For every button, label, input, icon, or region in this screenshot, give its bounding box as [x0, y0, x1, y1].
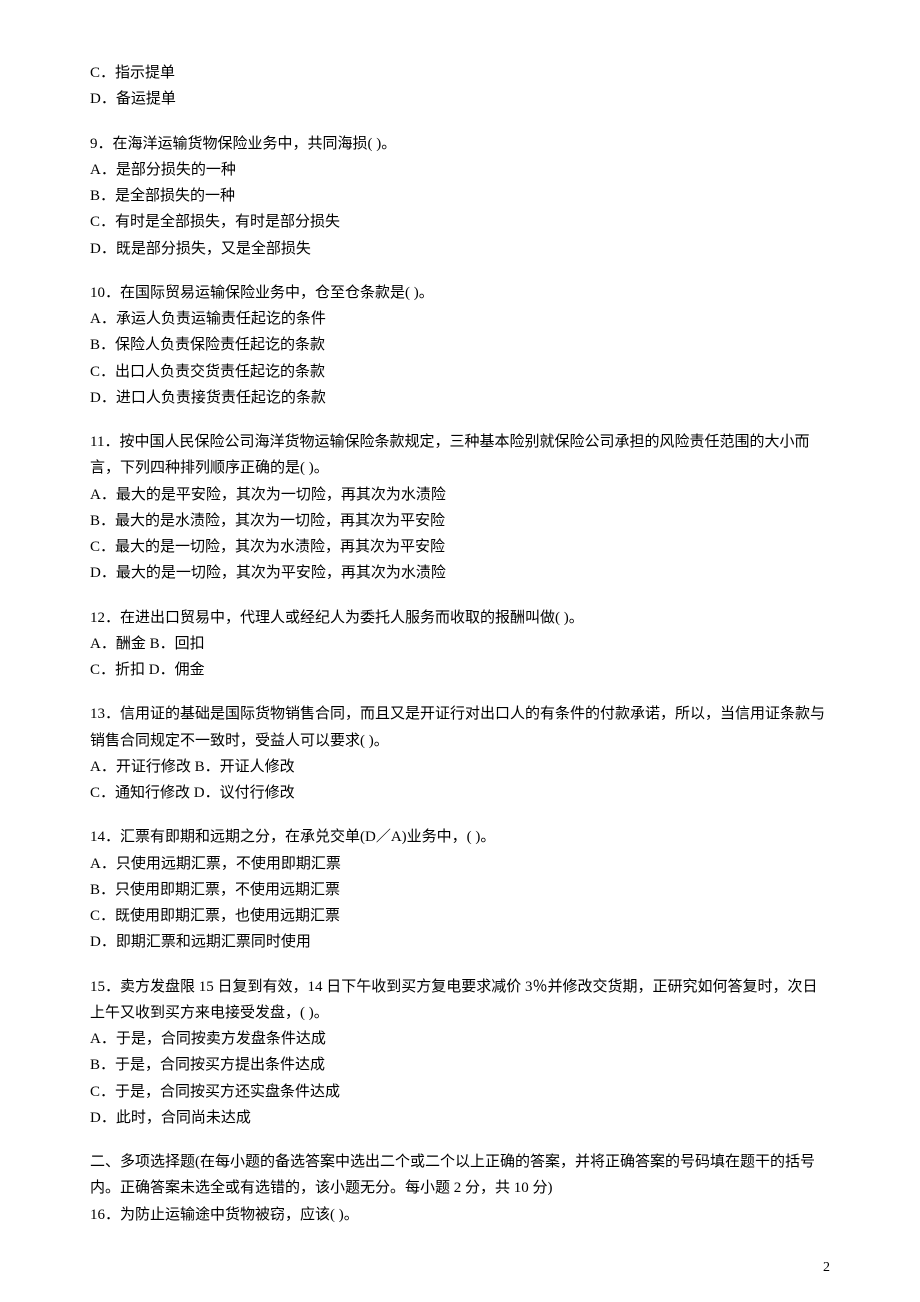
exam-page: C．指示提单 D．备运提单 9．在海洋运输货物保险业务中，共同海损( )。 A．…: [0, 0, 920, 1302]
option-line: B．是全部损失的一种: [90, 183, 830, 209]
option-line: A．酬金 B．回扣: [90, 631, 830, 657]
question-stem: 15．卖方发盘限 15 日复到有效，14 日下午收到买方复电要求减价 3％并修改…: [90, 974, 830, 1027]
option-line: A．开证行修改 B．开证人修改: [90, 754, 830, 780]
option-line: D．进口人负责接货责任起讫的条款: [90, 385, 830, 411]
option-line: C．折扣 D．佣金: [90, 657, 830, 683]
option-line: C．出口人负责交货责任起讫的条款: [90, 359, 830, 385]
option-line: A．是部分损失的一种: [90, 157, 830, 183]
option-line: B．只使用即期汇票，不使用远期汇票: [90, 877, 830, 903]
question-12: 12．在进出口贸易中，代理人或经纪人为委托人服务而收取的报酬叫做( )。 A．酬…: [90, 605, 830, 684]
option-line: C．通知行修改 D．议付行修改: [90, 780, 830, 806]
question-9: 9．在海洋运输货物保险业务中，共同海损( )。 A．是部分损失的一种 B．是全部…: [90, 131, 830, 262]
question-stem: 12．在进出口贸易中，代理人或经纪人为委托人服务而收取的报酬叫做( )。: [90, 605, 830, 631]
question-8-tail: C．指示提单 D．备运提单: [90, 60, 830, 113]
option-line: A．承运人负责运输责任起讫的条件: [90, 306, 830, 332]
question-13: 13．信用证的基础是国际货物销售合同，而且又是开证行对出口人的有条件的付款承诺，…: [90, 701, 830, 806]
option-line: D．既是部分损失，又是全部损失: [90, 236, 830, 262]
option-line: C．最大的是一切险，其次为水渍险，再其次为平安险: [90, 534, 830, 560]
question-stem: 13．信用证的基础是国际货物销售合同，而且又是开证行对出口人的有条件的付款承诺，…: [90, 701, 830, 754]
option-line: B．最大的是水渍险，其次为一切险，再其次为平安险: [90, 508, 830, 534]
question-stem: 16．为防止运输途中货物被窃，应该( )。: [90, 1202, 830, 1228]
section-2: 二、多项选择题(在每小题的备选答案中选出二个或二个以上正确的答案，并将正确答案的…: [90, 1149, 830, 1228]
question-stem: 14．汇票有即期和远期之分，在承兑交单(D／A)业务中，( )。: [90, 824, 830, 850]
question-14: 14．汇票有即期和远期之分，在承兑交单(D／A)业务中，( )。 A．只使用远期…: [90, 824, 830, 955]
option-line: C．于是，合同按买方还实盘条件达成: [90, 1079, 830, 1105]
section-heading: 二、多项选择题(在每小题的备选答案中选出二个或二个以上正确的答案，并将正确答案的…: [90, 1149, 830, 1202]
question-11: 11．按中国人民保险公司海洋货物运输保险条款规定，三种基本险别就保险公司承担的风…: [90, 429, 830, 587]
option-line: D．最大的是一切险，其次为平安险，再其次为水渍险: [90, 560, 830, 586]
option-line: C．有时是全部损失，有时是部分损失: [90, 209, 830, 235]
question-10: 10．在国际贸易运输保险业务中，仓至仓条款是( )。 A．承运人负责运输责任起讫…: [90, 280, 830, 411]
option-line: D．备运提单: [90, 86, 830, 112]
question-15: 15．卖方发盘限 15 日复到有效，14 日下午收到买方复电要求减价 3％并修改…: [90, 974, 830, 1132]
option-line: D．即期汇票和远期汇票同时使用: [90, 929, 830, 955]
option-line: A．于是，合同按卖方发盘条件达成: [90, 1026, 830, 1052]
page-number: 2: [823, 1256, 830, 1281]
option-line: A．最大的是平安险，其次为一切险，再其次为水渍险: [90, 482, 830, 508]
option-line: B．保险人负责保险责任起讫的条款: [90, 332, 830, 358]
question-stem: 9．在海洋运输货物保险业务中，共同海损( )。: [90, 131, 830, 157]
option-line: A．只使用远期汇票，不使用即期汇票: [90, 851, 830, 877]
option-line: D．此时，合同尚未达成: [90, 1105, 830, 1131]
option-line: B．于是，合同按买方提出条件达成: [90, 1052, 830, 1078]
option-line: C．既使用即期汇票，也使用远期汇票: [90, 903, 830, 929]
question-stem: 11．按中国人民保险公司海洋货物运输保险条款规定，三种基本险别就保险公司承担的风…: [90, 429, 830, 482]
option-line: C．指示提单: [90, 60, 830, 86]
question-stem: 10．在国际贸易运输保险业务中，仓至仓条款是( )。: [90, 280, 830, 306]
